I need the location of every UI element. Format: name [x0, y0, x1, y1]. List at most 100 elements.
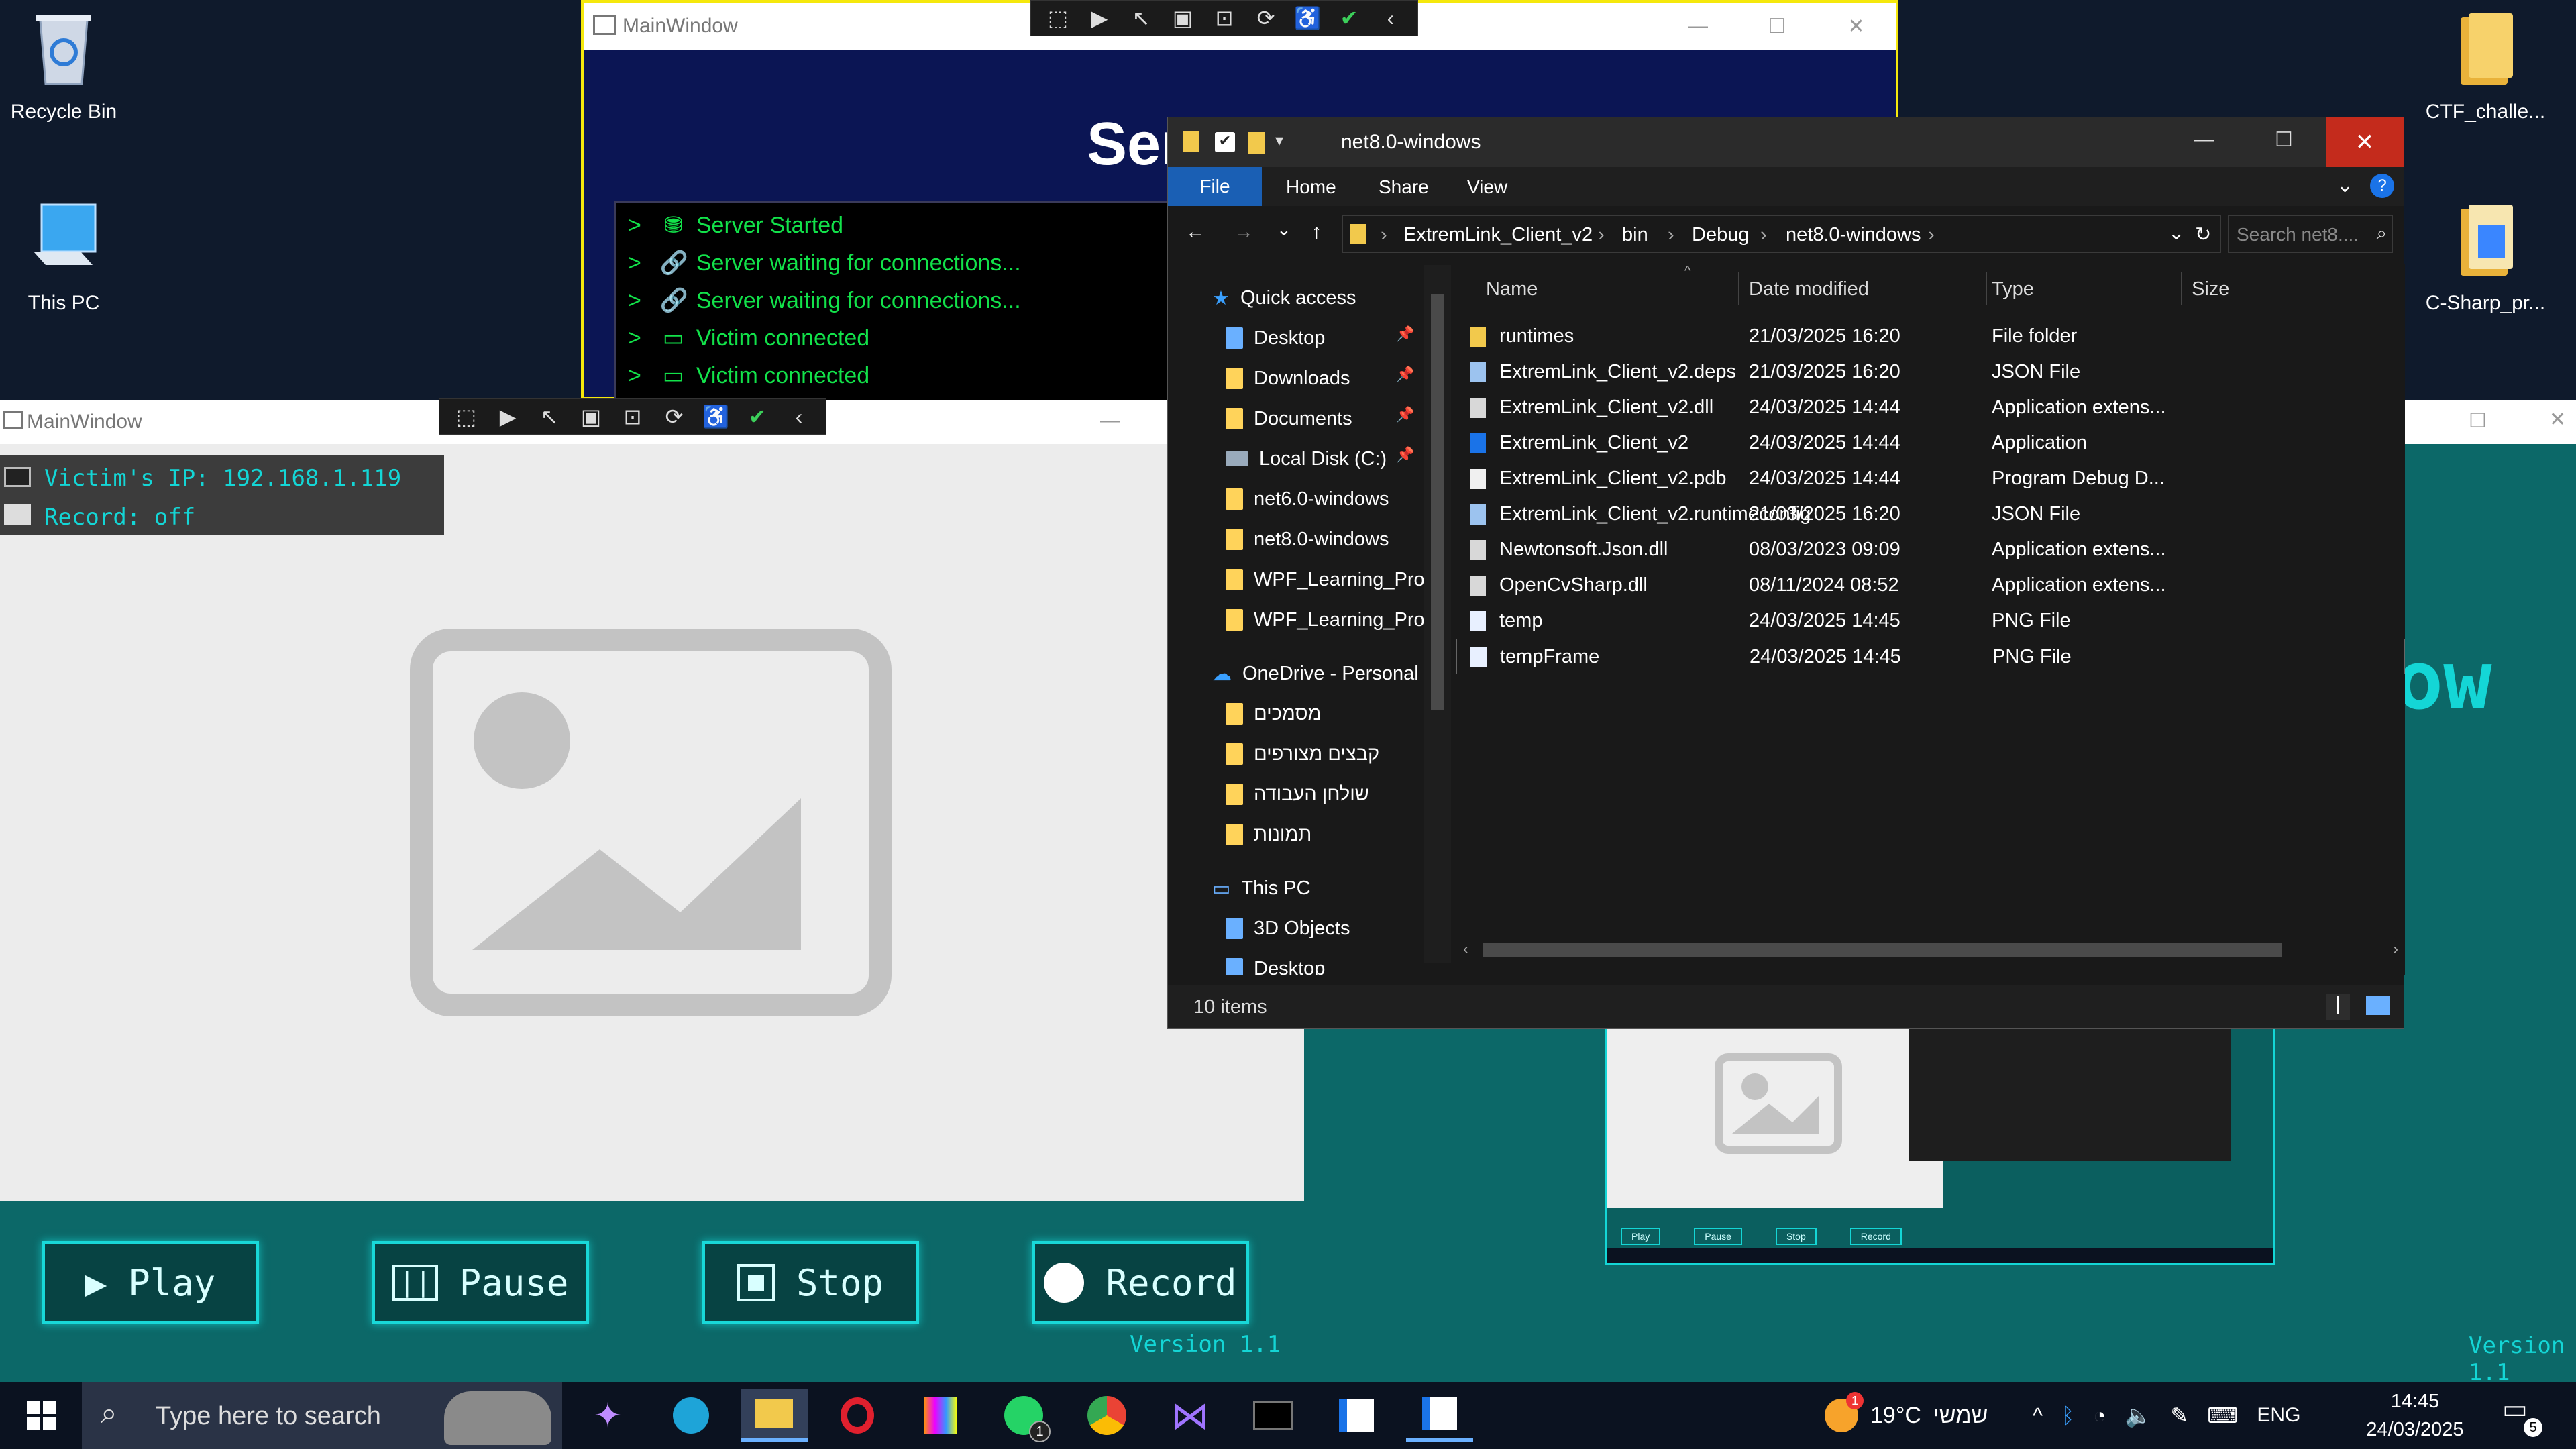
expand-ribbon-icon[interactable]: ⌄ [2337, 174, 2353, 197]
accessibility-icon[interactable]: ♿ [1290, 3, 1325, 33]
address-dropdown-icon[interactable]: ⌄ [2168, 221, 2184, 245]
play-button[interactable]: ▶ Play [42, 1241, 259, 1324]
maximize-button[interactable]: ☐ [2275, 128, 2293, 152]
notifications-button[interactable]: ▭ 5 [2502, 1394, 2542, 1437]
pointer-icon[interactable]: ↖ [532, 402, 567, 431]
maximize-button[interactable]: ☐ [1737, 3, 1817, 50]
forward-icon[interactable]: → [1234, 221, 1254, 244]
back-icon[interactable]: ← [1185, 221, 1205, 244]
breadcrumb-item[interactable]: bin [1622, 224, 1648, 246]
taskbar-visual-studio[interactable]: ⋈ [1157, 1389, 1224, 1442]
taskbar-search[interactable]: ⌕ Type here to search [82, 1382, 562, 1449]
nav-scroll-thumb[interactable] [1431, 294, 1444, 710]
stop-button[interactable]: Stop [702, 1241, 919, 1324]
column-header-size[interactable]: Size [2192, 278, 2229, 301]
nav-item-wpf1[interactable]: WPF_Learning_Proj [1226, 560, 1429, 599]
nav-item-onedrive-folder[interactable]: תמונות [1226, 815, 1311, 854]
track-focus-icon[interactable]: ⊡ [615, 402, 650, 431]
nav-item-net6[interactable]: net6.0-windows [1226, 480, 1389, 519]
hot-reload-icon[interactable]: ⟳ [657, 402, 692, 431]
ribbon-tab-share[interactable]: Share [1379, 176, 1429, 198]
nav-item-downloads[interactable]: Downloads [1226, 359, 1350, 398]
weather-widget[interactable]: 1 19°C שמשי [1825, 1389, 1988, 1442]
file-row[interactable]: OpenCvSharp.dll 08/11/2024 08:52 Applicati… [1456, 568, 2405, 603]
file-row[interactable]: ExtremLink_Client_v2.dll 24/03/2025 14:44… [1456, 390, 2405, 425]
start-button[interactable] [8, 1389, 75, 1442]
nav-item-net8[interactable]: net8.0-windows [1226, 520, 1389, 559]
search-input[interactable]: Search net8.... [2237, 224, 2359, 245]
column-header-name[interactable]: Name [1486, 278, 1538, 301]
pen-icon[interactable]: ✎ [2170, 1403, 2188, 1428]
nav-scrollbar[interactable] [1424, 265, 1451, 963]
nav-item-desktop[interactable]: Desktop [1226, 319, 1325, 358]
language-indicator[interactable]: ENG [2257, 1404, 2300, 1427]
keyboard-icon[interactable]: ⌨ [2207, 1403, 2238, 1428]
taskbar-terminal[interactable] [1240, 1389, 1307, 1442]
maximize-button[interactable]: ☐ [2469, 409, 2487, 433]
clock[interactable]: 14:45 24/03/2025 [2361, 1387, 2469, 1444]
track-focus-icon[interactable]: ⊡ [1207, 3, 1242, 33]
tray-overflow-icon[interactable]: ^ [2033, 1403, 2043, 1428]
minimize-button[interactable]: — [1658, 3, 1737, 50]
quick-access-dropdown[interactable]: ▾ [1275, 131, 1283, 150]
refresh-icon[interactable]: ↻ [2195, 223, 2211, 246]
minimize-button[interactable]: — [2194, 128, 2214, 151]
taskbar-edge[interactable] [657, 1389, 724, 1442]
column-header-type[interactable]: Type [1992, 278, 2034, 301]
taskbar-window-1[interactable] [1323, 1389, 1390, 1442]
pointer-icon[interactable]: ↖ [1124, 3, 1159, 33]
breadcrumb-item[interactable]: net8.0-windows [1786, 224, 1921, 246]
large-icons-view-icon[interactable] [2366, 996, 2390, 1015]
file-row[interactable]: ExtremLink_Client_v2.pdb 24/03/2025 14:44… [1456, 461, 2405, 496]
collapse-icon[interactable]: ‹ [1373, 3, 1408, 33]
taskbar-chrome[interactable] [1073, 1389, 1140, 1442]
nav-this-pc[interactable]: ▭ This PC [1212, 869, 1311, 908]
volume-icon[interactable]: 🔈 [2125, 1403, 2152, 1428]
minimize-button[interactable]: — [1100, 409, 1120, 432]
help-icon[interactable]: ? [2370, 174, 2394, 198]
bluetooth-icon[interactable]: ᛒ [2061, 1403, 2074, 1428]
file-row[interactable]: Newtonsoft.Json.dll 08/03/2023 09:09 Appli… [1456, 532, 2405, 568]
taskbar-file-explorer[interactable] [741, 1389, 808, 1442]
recent-locations-icon[interactable]: ⌄ [1277, 219, 1291, 240]
nav-item-local-disk[interactable]: Local Disk (C:) [1226, 439, 1387, 478]
taskbar-app[interactable] [907, 1389, 974, 1442]
ribbon-tab-home[interactable]: Home [1286, 176, 1336, 198]
taskbar-search-input[interactable]: Type here to search [156, 1402, 381, 1431]
layout-icon[interactable]: ▣ [574, 402, 608, 431]
pause-button[interactable]: || Pause [372, 1241, 589, 1324]
up-icon[interactable]: ↑ [1311, 221, 1322, 244]
new-folder-icon[interactable] [1248, 132, 1265, 154]
check-icon[interactable]: ✔ [1332, 3, 1366, 33]
taskbar-whatsapp[interactable]: 1 [990, 1389, 1057, 1442]
breadcrumb-item[interactable]: ExtremLink_Client_v2 [1403, 224, 1593, 246]
file-row[interactable]: ExtremLink_Client_v2 24/03/2025 14:44 Appl… [1456, 425, 2405, 461]
nav-item-documents[interactable]: Documents [1226, 399, 1352, 438]
check-icon[interactable]: ✔ [740, 402, 775, 431]
collapse-icon[interactable]: ‹ [782, 402, 816, 431]
select-element-icon[interactable]: ⬚ [449, 402, 484, 431]
nav-quick-access[interactable]: ★ Quick access [1212, 278, 1356, 317]
search-box[interactable]: Search net8.... ⌕ [2228, 215, 2393, 253]
desktop-icon-csharp[interactable]: C-Sharp_pr... [2422, 198, 2549, 315]
select-element-icon[interactable]: ⬚ [1040, 3, 1075, 33]
desktop-icon-ctf[interactable]: CTF_challe... [2422, 7, 2549, 123]
close-button[interactable]: ✕ [2549, 408, 2566, 431]
record-button[interactable]: Record [1032, 1241, 1249, 1324]
file-row[interactable]: ExtremLink_Client_v2.deps 21/03/2025 16:2… [1456, 354, 2405, 390]
horizontal-scrollbar[interactable]: ‹ › [1456, 934, 2405, 964]
video-icon[interactable]: ▶ [490, 402, 525, 431]
wifi-icon[interactable]: ◔ [2093, 1403, 2106, 1428]
properties-icon[interactable]: ✔ [1215, 132, 1235, 152]
layout-icon[interactable]: ▣ [1165, 3, 1200, 33]
h-scroll-thumb[interactable] [1483, 943, 2282, 957]
nav-item-3d-objects[interactable]: 3D Objects [1226, 909, 1350, 948]
nav-onedrive[interactable]: ☁ OneDrive - Personal [1212, 654, 1419, 693]
breadcrumb-item[interactable]: Debug [1692, 224, 1749, 246]
accessibility-icon[interactable]: ♿ [698, 402, 733, 431]
nav-item-onedrive-folder[interactable]: שולחן העבודה [1226, 775, 1369, 814]
details-view-icon[interactable]: | [2326, 994, 2350, 1020]
close-button[interactable]: ✕ [2326, 117, 2404, 167]
video-icon[interactable]: ▶ [1082, 3, 1117, 33]
close-button[interactable]: ✕ [1817, 3, 1896, 50]
